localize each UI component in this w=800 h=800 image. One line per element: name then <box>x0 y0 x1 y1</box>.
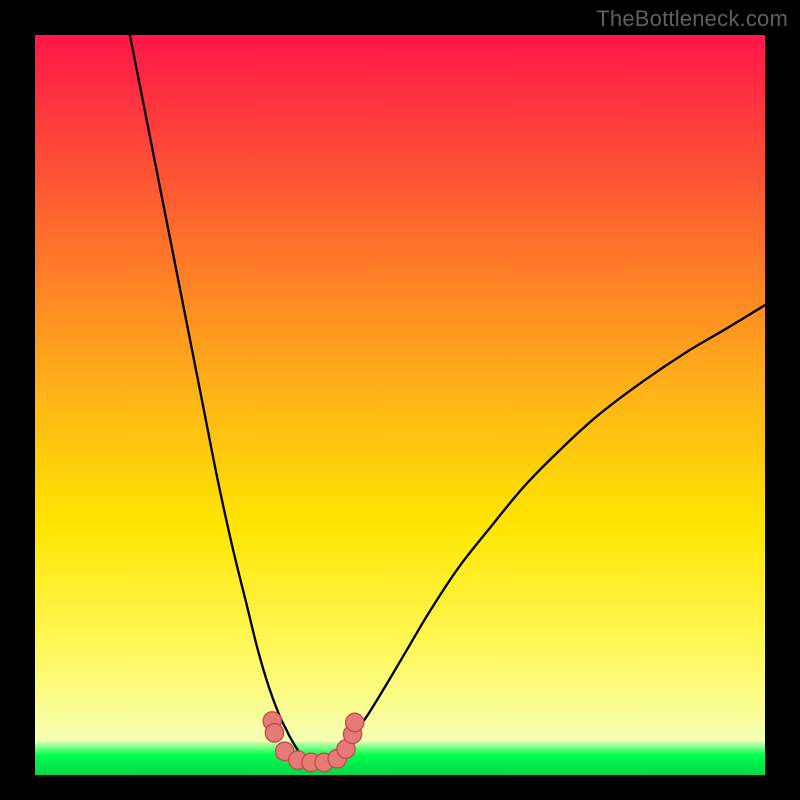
chart-frame: TheBottleneck.com <box>0 0 800 800</box>
data-marker <box>346 713 364 732</box>
data-marker <box>265 724 283 743</box>
watermark-text: TheBottleneck.com <box>596 6 788 32</box>
chart-svg <box>35 35 765 775</box>
gradient-background <box>35 35 765 775</box>
green-band <box>35 742 765 775</box>
